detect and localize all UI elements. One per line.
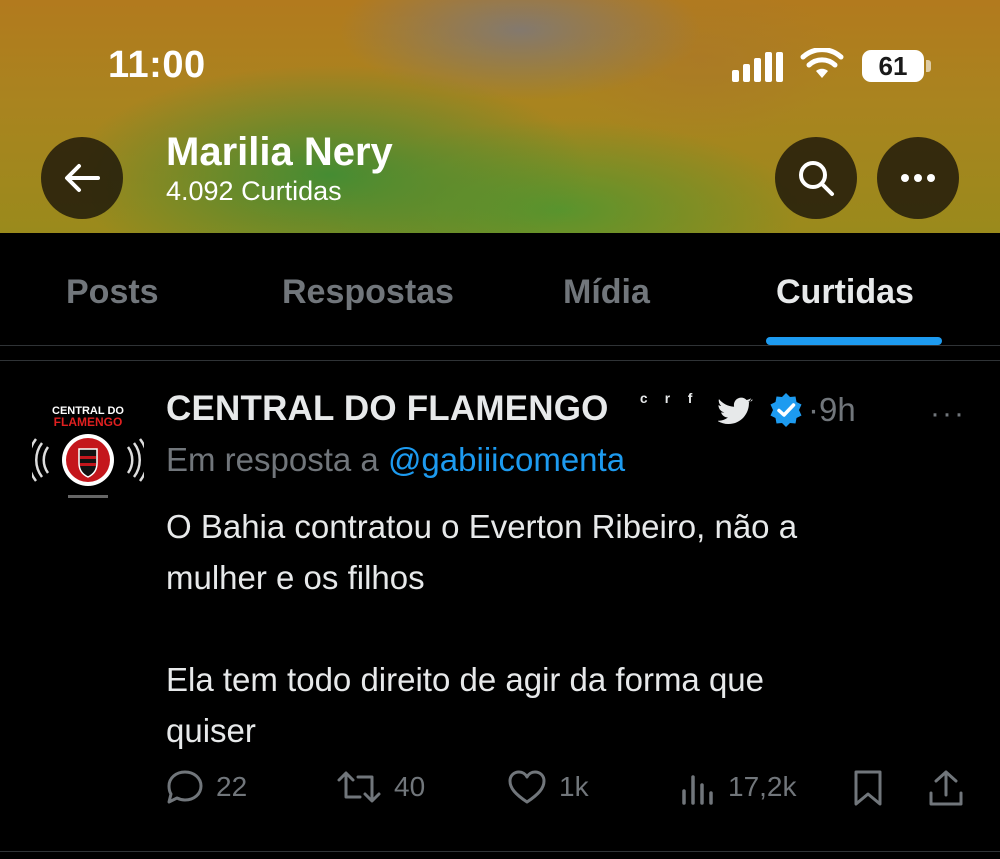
cellular-signal-icon bbox=[732, 52, 783, 82]
profile-header: 11:00 61 Marilia Nery 4.092 Curtidas bbox=[0, 0, 1000, 233]
views-count: 17,2k bbox=[728, 771, 797, 802]
active-tab-indicator bbox=[766, 337, 942, 345]
reply-icon bbox=[167, 770, 203, 804]
views-button[interactable]: 17,2k bbox=[680, 769, 797, 805]
reply-button[interactable]: 22 bbox=[166, 769, 247, 805]
reply-handle-link[interactable]: @gabiiicomenta bbox=[388, 441, 625, 478]
more-icon bbox=[901, 174, 935, 182]
tab-media[interactable]: Mídia bbox=[563, 273, 650, 312]
twitter-bird-icon bbox=[718, 397, 753, 424]
status-time: 11:00 bbox=[108, 44, 206, 86]
avatar[interactable]: CENTRAL DO FLAMENGO bbox=[32, 401, 144, 513]
like-icon bbox=[508, 770, 546, 804]
battery-indicator: 61 bbox=[862, 50, 934, 84]
tweet-actions: 22 40 1k 17,2k bbox=[0, 765, 1000, 815]
repost-count: 40 bbox=[394, 771, 426, 802]
repost-icon bbox=[337, 771, 381, 803]
battery-tip bbox=[926, 60, 931, 72]
tab-likes[interactable]: Curtidas bbox=[776, 273, 914, 312]
verified-badge-icon bbox=[770, 393, 802, 427]
bookmark-icon bbox=[854, 770, 882, 806]
reply-context: Em resposta a @gabiiicomenta bbox=[166, 441, 625, 479]
divider-bottom bbox=[0, 851, 1000, 852]
tab-posts[interactable]: Posts bbox=[66, 273, 159, 312]
share-button[interactable] bbox=[928, 769, 964, 807]
tweet-timestamp[interactable]: ·9h bbox=[808, 391, 856, 429]
profile-name: Marilia Nery bbox=[166, 130, 393, 174]
profile-likes-count: 4.092 Curtidas bbox=[166, 176, 342, 206]
tab-replies[interactable]: Respostas bbox=[282, 273, 454, 312]
repost-button[interactable]: 40 bbox=[336, 769, 425, 805]
profile-tabs: Posts Respostas Mídia Curtidas bbox=[0, 233, 1000, 346]
author-name-suffix: ᶜ ʳ ᶠ bbox=[640, 391, 699, 413]
avatar-label-2: FLAMENGO bbox=[54, 415, 123, 429]
more-options-button[interactable] bbox=[877, 137, 959, 219]
reply-prefix: Em resposta a bbox=[166, 441, 388, 478]
bookmark-button[interactable] bbox=[853, 769, 883, 807]
tweet-text: O Bahia contratou o Everton Ribeiro, não… bbox=[166, 508, 798, 749]
like-count: 1k bbox=[559, 771, 589, 802]
tweet-author[interactable]: CENTRAL DO FLAMENGO bbox=[166, 389, 609, 429]
back-arrow-icon bbox=[65, 164, 100, 192]
tweet-more-button[interactable]: ··· bbox=[930, 397, 966, 431]
search-icon bbox=[799, 161, 834, 196]
reply-count: 22 bbox=[216, 771, 248, 802]
share-icon bbox=[929, 770, 963, 806]
back-button[interactable] bbox=[41, 137, 123, 219]
search-button[interactable] bbox=[775, 137, 857, 219]
views-icon bbox=[682, 775, 713, 805]
tweet[interactable]: CENTRAL DO FLAMENGO CENTRAL DO FLAMENGO … bbox=[0, 361, 1000, 851]
like-button[interactable]: 1k bbox=[507, 769, 589, 805]
battery-level: 61 bbox=[862, 50, 924, 82]
wifi-icon bbox=[800, 48, 844, 78]
